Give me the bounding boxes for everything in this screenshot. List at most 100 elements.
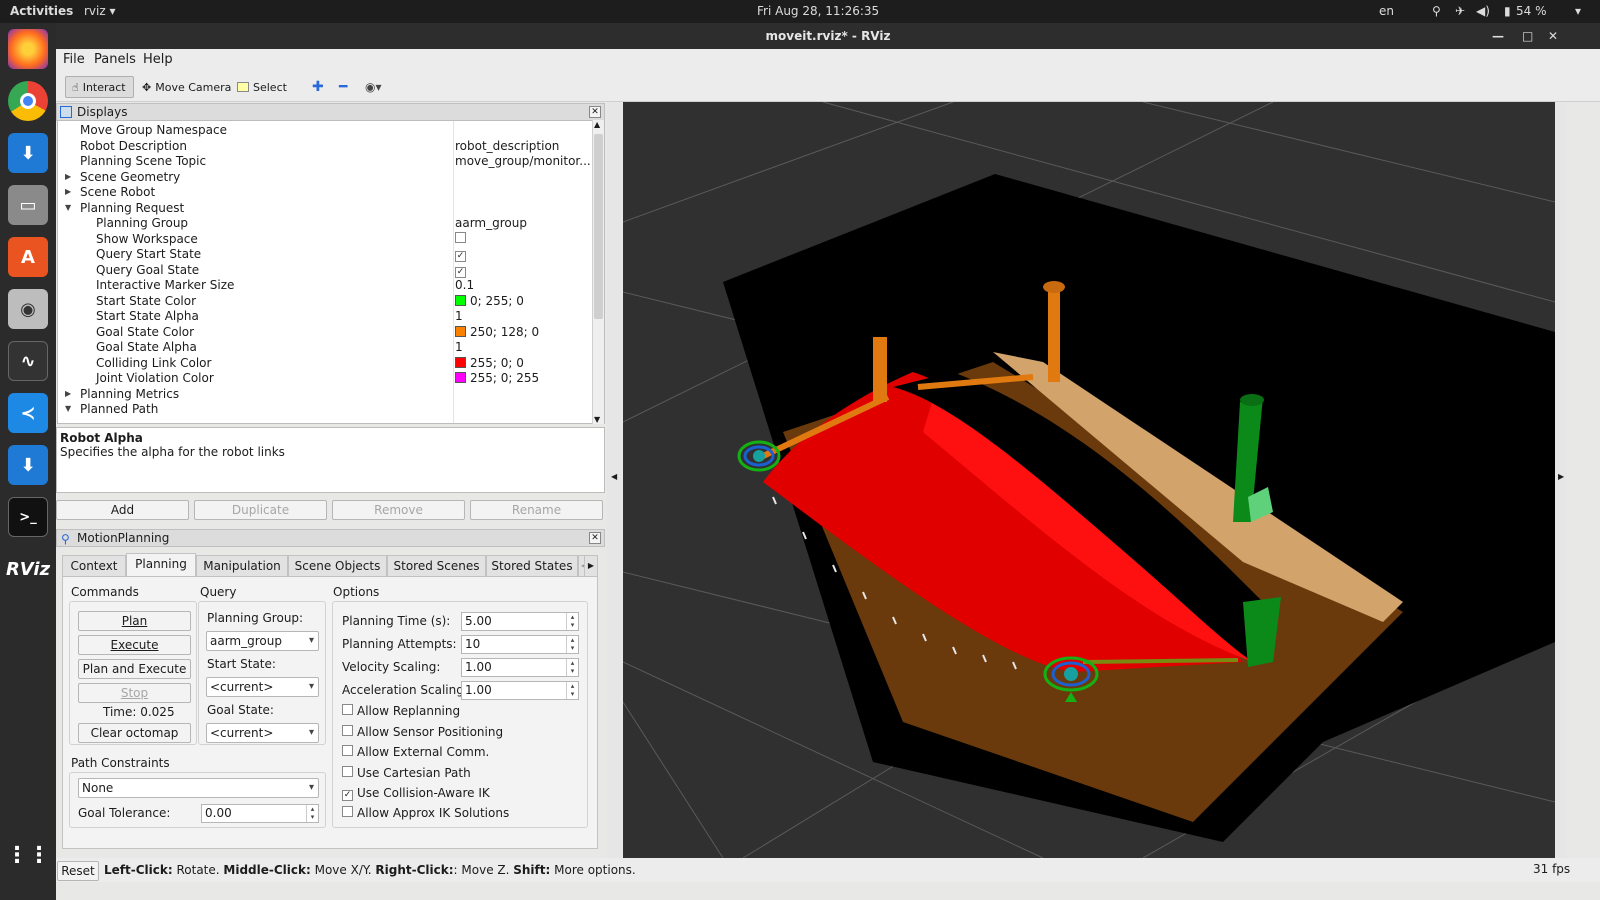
allow-sensor-positioning-checkbox[interactable]: Allow Sensor Positioning xyxy=(342,725,503,739)
volume-icon[interactable]: ◀) xyxy=(1476,4,1490,18)
tree-row[interactable]: Colliding Link Color 255; 0; 0 xyxy=(58,355,594,371)
minimize-icon[interactable]: — xyxy=(1492,23,1504,49)
tree-row[interactable]: ▼ Planned Path xyxy=(58,401,594,417)
network-icon[interactable]: ⚲ xyxy=(1432,4,1441,18)
path-constraints-select[interactable]: None xyxy=(78,778,319,798)
query-goal-checkbox[interactable]: ✓ xyxy=(455,266,466,278)
software-center-icon[interactable]: A xyxy=(8,237,48,277)
query-start-checkbox[interactable]: ✓ xyxy=(455,251,466,262)
tree-row[interactable]: Start State Alpha 1 xyxy=(58,308,594,324)
power-menu-icon[interactable]: ▾ xyxy=(1575,4,1581,18)
menu-panels[interactable]: Panels xyxy=(94,52,136,67)
close-motionplanning-icon[interactable]: ✕ xyxy=(589,532,601,544)
download-icon-2[interactable]: ⬇ xyxy=(8,445,48,485)
scroll-down-icon[interactable]: ▼ xyxy=(594,415,600,424)
left-dock-splitter[interactable]: ◀ xyxy=(607,102,621,858)
use-cartesian-path-checkbox[interactable]: Use Cartesian Path xyxy=(342,766,471,780)
color-swatch[interactable] xyxy=(455,356,466,368)
tree-row[interactable]: Start State Color 0; 255; 0 xyxy=(58,293,594,309)
tree-row[interactable]: Goal State Alpha 1 xyxy=(58,339,594,355)
plan-and-execute-button[interactable]: Plan and Execute xyxy=(78,659,191,679)
collapse-arrow-icon[interactable]: ▼ xyxy=(65,404,71,413)
tab-context[interactable]: Context xyxy=(62,555,126,577)
files-icon[interactable]: ▭ xyxy=(8,185,48,225)
color-swatch[interactable] xyxy=(455,294,466,306)
close-icon[interactable]: ✕ xyxy=(1548,23,1558,49)
tool-properties-icon[interactable]: ◉▾ xyxy=(359,76,388,98)
start-state-select[interactable]: <current> xyxy=(206,677,319,697)
use-collision-aware-ik-checkbox[interactable]: ✓ Use Collision-Aware IK xyxy=(342,786,490,801)
language-indicator[interactable]: en xyxy=(1379,4,1394,18)
start-interactive-marker[interactable] xyxy=(737,440,781,472)
tree-row[interactable]: Move Group Namespace xyxy=(58,122,594,138)
allow-approx-ik-checkbox[interactable]: Allow Approx IK Solutions xyxy=(342,806,509,820)
goal-tolerance-spinbox[interactable]: 0.00 xyxy=(201,804,319,823)
collapse-arrow-icon[interactable]: ▼ xyxy=(65,203,71,212)
right-dock-splitter[interactable]: ▶ xyxy=(1555,102,1567,858)
tab-manipulation[interactable]: Manipulation xyxy=(196,555,288,577)
allow-external-comm-checkbox[interactable]: Allow External Comm. xyxy=(342,745,489,759)
maximize-icon[interactable]: □ xyxy=(1522,23,1533,49)
3d-render-view[interactable] xyxy=(623,102,1555,858)
rename-display-button[interactable]: Rename xyxy=(470,500,603,520)
tree-row[interactable]: Joint Violation Color 255; 0; 255 xyxy=(58,370,594,386)
clear-octomap-button[interactable]: Clear octomap xyxy=(78,723,191,743)
remove-display-button[interactable]: Remove xyxy=(332,500,465,520)
stop-button[interactable]: Stop xyxy=(78,683,191,703)
show-workspace-checkbox[interactable] xyxy=(455,231,466,243)
show-apps-icon[interactable]: ⋮⋮ xyxy=(6,835,50,875)
velocity-scaling-spinbox[interactable]: 1.00 xyxy=(461,658,579,677)
duplicate-display-button[interactable]: Duplicate xyxy=(194,500,327,520)
expand-arrow-icon[interactable]: ▶ xyxy=(65,389,71,398)
color-swatch[interactable] xyxy=(455,372,466,383)
tree-row[interactable]: ▶ Planning Metrics xyxy=(58,386,594,402)
goal-state-select[interactable]: <current> xyxy=(206,723,319,743)
tree-row[interactable]: Planning Scene Topic move_group/monitor..… xyxy=(58,153,594,169)
system-monitor-icon[interactable]: ∿ xyxy=(8,341,48,381)
tree-row[interactable]: Interactive Marker Size 0.1 xyxy=(58,277,594,293)
tab-stored-states[interactable]: Stored States xyxy=(486,555,578,577)
chrome-icon[interactable] xyxy=(8,81,48,121)
tab-scene-objects[interactable]: Scene Objects xyxy=(288,555,387,577)
tree-row[interactable]: Planning Group aarm_group xyxy=(58,215,594,231)
add-tool-icon[interactable]: ✚ xyxy=(306,76,330,98)
menu-help[interactable]: Help xyxy=(143,52,173,67)
camera-icon[interactable]: ◉ xyxy=(8,289,48,329)
download-icon[interactable]: ⬇ xyxy=(8,133,48,173)
displays-scrollbar[interactable]: ▲ ▼ xyxy=(592,120,604,424)
remove-tool-icon[interactable]: ━ xyxy=(333,76,353,98)
rviz-icon[interactable]: RViz xyxy=(6,549,50,589)
tab-scroll-right-icon[interactable]: ▶ xyxy=(584,555,598,577)
activities-button[interactable]: Activities xyxy=(10,4,73,18)
allow-replanning-checkbox[interactable]: Allow Replanning xyxy=(342,704,460,718)
close-displays-icon[interactable]: ✕ xyxy=(589,106,601,118)
tree-row[interactable]: Query Start State ✓ xyxy=(58,246,594,262)
expand-arrow-icon[interactable]: ▶ xyxy=(65,187,71,196)
airplane-icon[interactable]: ✈ xyxy=(1455,4,1465,18)
tree-row[interactable]: Query Goal State ✓ xyxy=(58,262,594,278)
menu-file[interactable]: File xyxy=(63,52,85,67)
tree-row[interactable]: Goal State Color 250; 128; 0 xyxy=(58,324,594,340)
plan-button[interactable]: Plan xyxy=(78,611,191,631)
vscode-icon[interactable]: ≺ xyxy=(8,393,48,433)
app-menu[interactable]: rviz ▾ xyxy=(84,4,116,18)
tab-stored-scenes[interactable]: Stored Scenes xyxy=(387,555,486,577)
color-swatch[interactable] xyxy=(455,325,466,337)
tab-planning[interactable]: Planning xyxy=(126,553,196,577)
planning-attempts-spinbox[interactable]: 10 xyxy=(461,635,579,654)
clock[interactable]: Fri Aug 28, 11:26:35 xyxy=(757,4,879,18)
tree-row[interactable]: ▶ Scene Geometry xyxy=(58,169,594,185)
battery-icon[interactable]: ▮ xyxy=(1504,4,1511,18)
interact-tool[interactable]: ☝ Interact xyxy=(65,76,134,98)
reset-button[interactable]: Reset xyxy=(57,861,99,881)
add-display-button[interactable]: Add xyxy=(56,500,189,520)
tree-row[interactable]: ▼ Planning Request xyxy=(58,200,594,216)
acceleration-scaling-spinbox[interactable]: 1.00 xyxy=(461,681,579,700)
scroll-up-icon[interactable]: ▲ xyxy=(594,120,600,129)
expand-arrow-icon[interactable]: ▶ xyxy=(65,172,71,181)
tree-row[interactable]: ▶ Scene Robot xyxy=(58,184,594,200)
planning-group-select[interactable]: aarm_group xyxy=(206,631,319,651)
expand-right-icon[interactable]: ▶ xyxy=(1558,472,1564,481)
planning-time-spinbox[interactable]: 5.00 xyxy=(461,612,579,631)
collapse-left-icon[interactable]: ◀ xyxy=(611,472,617,481)
